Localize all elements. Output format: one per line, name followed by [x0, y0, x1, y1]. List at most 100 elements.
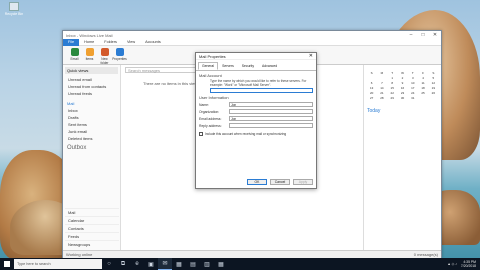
calendar-date[interactable]: 28 [377, 96, 386, 100]
task-view-icon[interactable]: ⧉ [116, 258, 130, 270]
edge-icon[interactable]: e [130, 258, 144, 270]
file-explorer-icon[interactable]: ▣ [144, 258, 158, 270]
module-mail[interactable]: Mail [65, 208, 119, 216]
quick-views-header[interactable]: Quick views [65, 67, 118, 74]
calendar-date[interactable]: 22 [388, 91, 397, 95]
calendar-date [377, 76, 386, 80]
tab-home[interactable]: Home [79, 40, 99, 44]
dialog-tabs: General Servers Security Advanced [196, 60, 316, 71]
tab-servers[interactable]: Servers [218, 62, 238, 70]
clock-date: 7/20/2018 [460, 264, 476, 268]
calendar-date[interactable]: 16 [398, 86, 407, 90]
taskbar-search-input[interactable]: Type here to search [14, 259, 102, 269]
maximize-button[interactable]: □ [417, 32, 429, 38]
new-folder-button[interactable]: New folder [97, 48, 112, 65]
recycle-bin-icon [9, 2, 19, 11]
tab-accounts[interactable]: Accounts [140, 40, 166, 44]
nav-outbox[interactable]: Outbox [65, 145, 118, 151]
nav-unread-feeds[interactable]: Unread feeds [65, 90, 118, 97]
calendar-date [367, 76, 376, 80]
app-icon-1[interactable]: ▤ [186, 258, 200, 270]
tab-file[interactable]: File [63, 38, 80, 46]
organization-row: Organization: [199, 109, 313, 114]
module-calendar[interactable]: Calendar [65, 216, 119, 224]
calendar-date[interactable]: 14 [377, 86, 386, 90]
calendar-date[interactable]: 18 [418, 86, 427, 90]
mail-app-icon[interactable]: ✉ [158, 258, 172, 270]
calendar-date[interactable]: 27 [367, 96, 376, 100]
calendar-date[interactable]: 3 [408, 76, 417, 80]
nav-inbox[interactable]: Inbox [65, 107, 118, 114]
calendar-date[interactable]: 30 [398, 96, 407, 100]
store-icon[interactable]: ▦ [172, 258, 186, 270]
clock[interactable]: 4:35 PM 7/20/2018 [461, 260, 476, 268]
module-contacts[interactable]: Contacts [65, 224, 119, 232]
calendar-date[interactable]: 13 [367, 86, 376, 90]
start-button[interactable] [0, 258, 14, 270]
windows-icon [4, 261, 10, 267]
calendar-date[interactable]: 1 [388, 76, 397, 80]
email-account-button[interactable]: Email [67, 48, 82, 61]
ok-button[interactable]: OK [247, 179, 267, 185]
module-newsgroups[interactable]: Newsgroups [65, 240, 119, 248]
calendar-date[interactable]: 25 [418, 91, 427, 95]
calendar-date[interactable]: 17 [408, 86, 417, 90]
dialog-buttons: OK Cancel Apply [247, 179, 313, 185]
calendar-date[interactable]: 29 [388, 96, 397, 100]
checkbox-box[interactable] [199, 132, 203, 136]
calendar-date[interactable]: 31 [408, 96, 417, 100]
ribbon-tabs: File Home Folders View Accounts [63, 38, 441, 46]
nav-sent-items[interactable]: Sent items [65, 121, 118, 128]
module-feeds[interactable]: Feeds [65, 232, 119, 240]
calendar-date[interactable]: 12 [429, 81, 438, 85]
network-icon[interactable]: ▲ ◇ ♪ [447, 262, 457, 266]
email-field[interactable]: Jon [229, 116, 313, 121]
calendar-date[interactable]: 26 [429, 91, 438, 95]
app-icon-2[interactable]: ▥ [200, 258, 214, 270]
name-field[interactable]: Jon [229, 102, 313, 107]
calendar-date[interactable]: 4 [418, 76, 427, 80]
close-button[interactable]: ✕ [429, 32, 441, 38]
tab-folders[interactable]: Folders [99, 40, 122, 44]
calendar-date[interactable]: 5 [429, 76, 438, 80]
calendar-date[interactable]: 7 [377, 81, 386, 85]
include-account-checkbox[interactable]: Include this account when receiving mail… [199, 132, 313, 136]
recycle-bin-desktop-icon[interactable]: Recycle Bin [4, 2, 24, 16]
apply-button[interactable]: Apply [293, 179, 313, 185]
calendar-date[interactable]: 9 [398, 81, 407, 85]
search-input[interactable]: Search messages [125, 67, 205, 73]
calendar-date[interactable]: 10 [408, 81, 417, 85]
properties-button[interactable]: Properties [112, 48, 127, 61]
calendar-date[interactable]: 6 [367, 81, 376, 85]
items-button[interactable]: Items [82, 48, 97, 61]
nav-deleted-items[interactable]: Deleted items [65, 135, 118, 142]
calendar-date[interactable]: 11 [418, 81, 427, 85]
cancel-button[interactable]: Cancel [270, 179, 290, 185]
folder-icon [100, 48, 109, 56]
account-header[interactable]: Mail [65, 100, 118, 107]
nav-unread-email[interactable]: Unread email [65, 76, 118, 83]
minimize-button[interactable]: – [405, 32, 417, 38]
calendar-date[interactable]: 2 [398, 76, 407, 80]
organization-label: Organization: [199, 109, 220, 114]
reply-field[interactable] [229, 123, 313, 128]
calendar-date[interactable]: 19 [429, 86, 438, 90]
nav-unread-contacts[interactable]: Unread from contacts [65, 83, 118, 90]
calendar-date[interactable]: 23 [398, 91, 407, 95]
calendar-date[interactable]: 21 [377, 91, 386, 95]
calendar-date[interactable]: 24 [408, 91, 417, 95]
tab-advanced[interactable]: Advanced [258, 62, 281, 70]
app-icon-3[interactable]: ▦ [214, 258, 228, 270]
cortana-icon[interactable]: ○ [102, 258, 116, 270]
nav-junk-email[interactable]: Junk email [65, 128, 118, 135]
calendar-date[interactable]: 20 [367, 91, 376, 95]
calendar-date[interactable]: 8 [388, 81, 397, 85]
calendar-date[interactable]: 15 [388, 86, 397, 90]
nav-drafts[interactable]: Drafts [65, 114, 118, 121]
tab-security[interactable]: Security [238, 62, 258, 70]
tab-general[interactable]: General [198, 62, 219, 70]
organization-field[interactable] [229, 109, 313, 114]
account-name-input[interactable] [210, 88, 313, 93]
dialog-close-button[interactable]: ✕ [309, 53, 313, 59]
tab-view[interactable]: View [122, 40, 140, 44]
